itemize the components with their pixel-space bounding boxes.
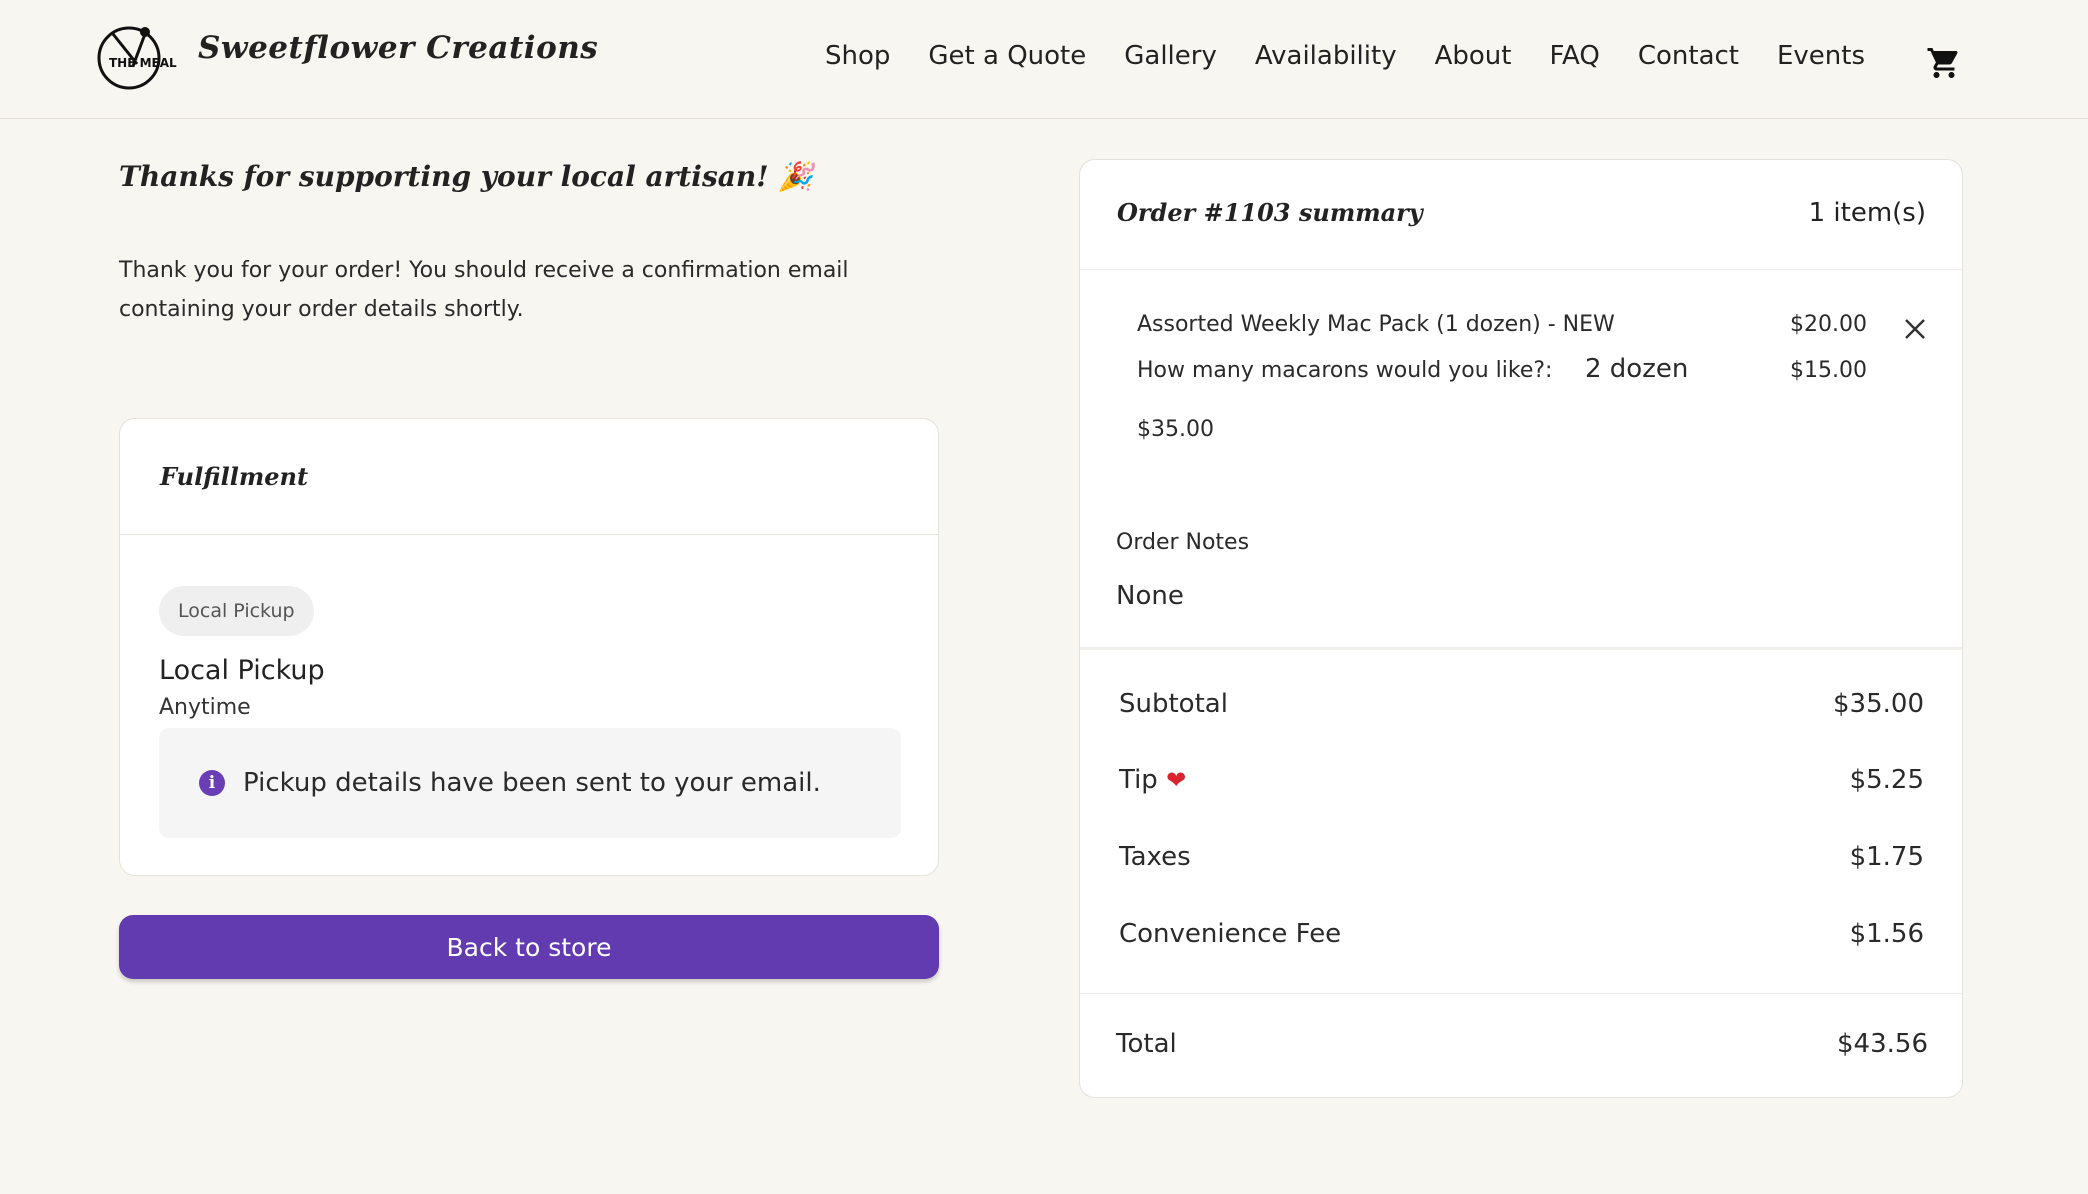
summary-header: Order #1103 summary 1 item(s) <box>1080 160 1962 270</box>
cart-icon[interactable] <box>1926 45 1962 81</box>
total-value: $43.56 <box>1837 1029 1928 1059</box>
the-meal-logo[interactable]: THE MEAL <box>93 18 181 90</box>
nav-faq[interactable]: FAQ <box>1549 41 1599 71</box>
fulfillment-heading: Fulfillment <box>120 419 938 535</box>
order-summary-card: Order #1103 summary 1 item(s) Assorted W… <box>1079 159 1963 1098</box>
fulfillment-method: Local Pickup <box>159 655 325 686</box>
item-name: Assorted Weekly Mac Pack (1 dozen) - NEW <box>1137 312 1615 337</box>
subtotal-label: Subtotal <box>1119 689 1228 719</box>
nav-contact[interactable]: Contact <box>1638 41 1739 71</box>
fulfillment-card: Fulfillment Local Pickup Local Pickup An… <box>119 418 939 876</box>
nav-events[interactable]: Events <box>1777 41 1865 71</box>
tip-row: Tip ❤ <box>1119 765 1186 795</box>
back-to-store-button[interactable]: Back to store <box>119 915 939 979</box>
taxes-label: Taxes <box>1119 842 1191 872</box>
tip-label: Tip <box>1119 765 1158 795</box>
nav-shop[interactable]: Shop <box>825 41 890 71</box>
fee-label: Convenience Fee <box>1119 919 1342 949</box>
fee-value: $1.56 <box>1849 919 1924 949</box>
nav-about[interactable]: About <box>1435 41 1512 71</box>
nav-get-a-quote[interactable]: Get a Quote <box>928 41 1086 71</box>
logo-text: THE MEAL <box>109 56 177 70</box>
summary-title: Order #1103 summary <box>1117 198 1423 227</box>
order-notes-label: Order Notes <box>1116 530 1250 555</box>
fulfillment-badge: Local Pickup <box>159 586 314 636</box>
item-line-total: $35.00 <box>1137 417 1214 442</box>
option-value: 2 dozen <box>1585 354 1689 384</box>
subtotal-value: $35.00 <box>1833 689 1924 719</box>
pickup-info-text: Pickup details have been sent to your em… <box>243 768 821 798</box>
main-nav: Shop Get a Quote Gallery Availability Ab… <box>825 38 1903 74</box>
order-notes-value: None <box>1116 581 1184 611</box>
brand-name[interactable]: Sweetflower Creations <box>198 30 598 66</box>
pickup-info-box: i Pickup details have been sent to your … <box>159 728 901 838</box>
thanks-heading: Thanks for supporting your local artisan… <box>119 160 814 193</box>
option-price: $15.00 <box>1790 358 1867 383</box>
confirmation-message: Thank you for your order! You should rec… <box>119 258 849 322</box>
nav-gallery[interactable]: Gallery <box>1124 41 1217 71</box>
fulfillment-time: Anytime <box>159 695 251 720</box>
tip-value: $5.25 <box>1849 765 1924 795</box>
heart-icon: ❤ <box>1166 766 1187 794</box>
taxes-value: $1.75 <box>1849 842 1924 872</box>
site-header: THE MEAL Sweetflower Creations Shop Get … <box>0 0 2088 119</box>
info-icon: i <box>199 770 225 796</box>
item-count: 1 item(s) <box>1808 198 1926 228</box>
close-icon[interactable] <box>1900 314 1930 344</box>
nav-availability[interactable]: Availability <box>1255 41 1397 71</box>
item-price: $20.00 <box>1790 312 1867 337</box>
total-label: Total <box>1116 1029 1177 1059</box>
option-label: How many macarons would you like?: <box>1137 358 1553 383</box>
total-divider <box>1080 993 1962 994</box>
